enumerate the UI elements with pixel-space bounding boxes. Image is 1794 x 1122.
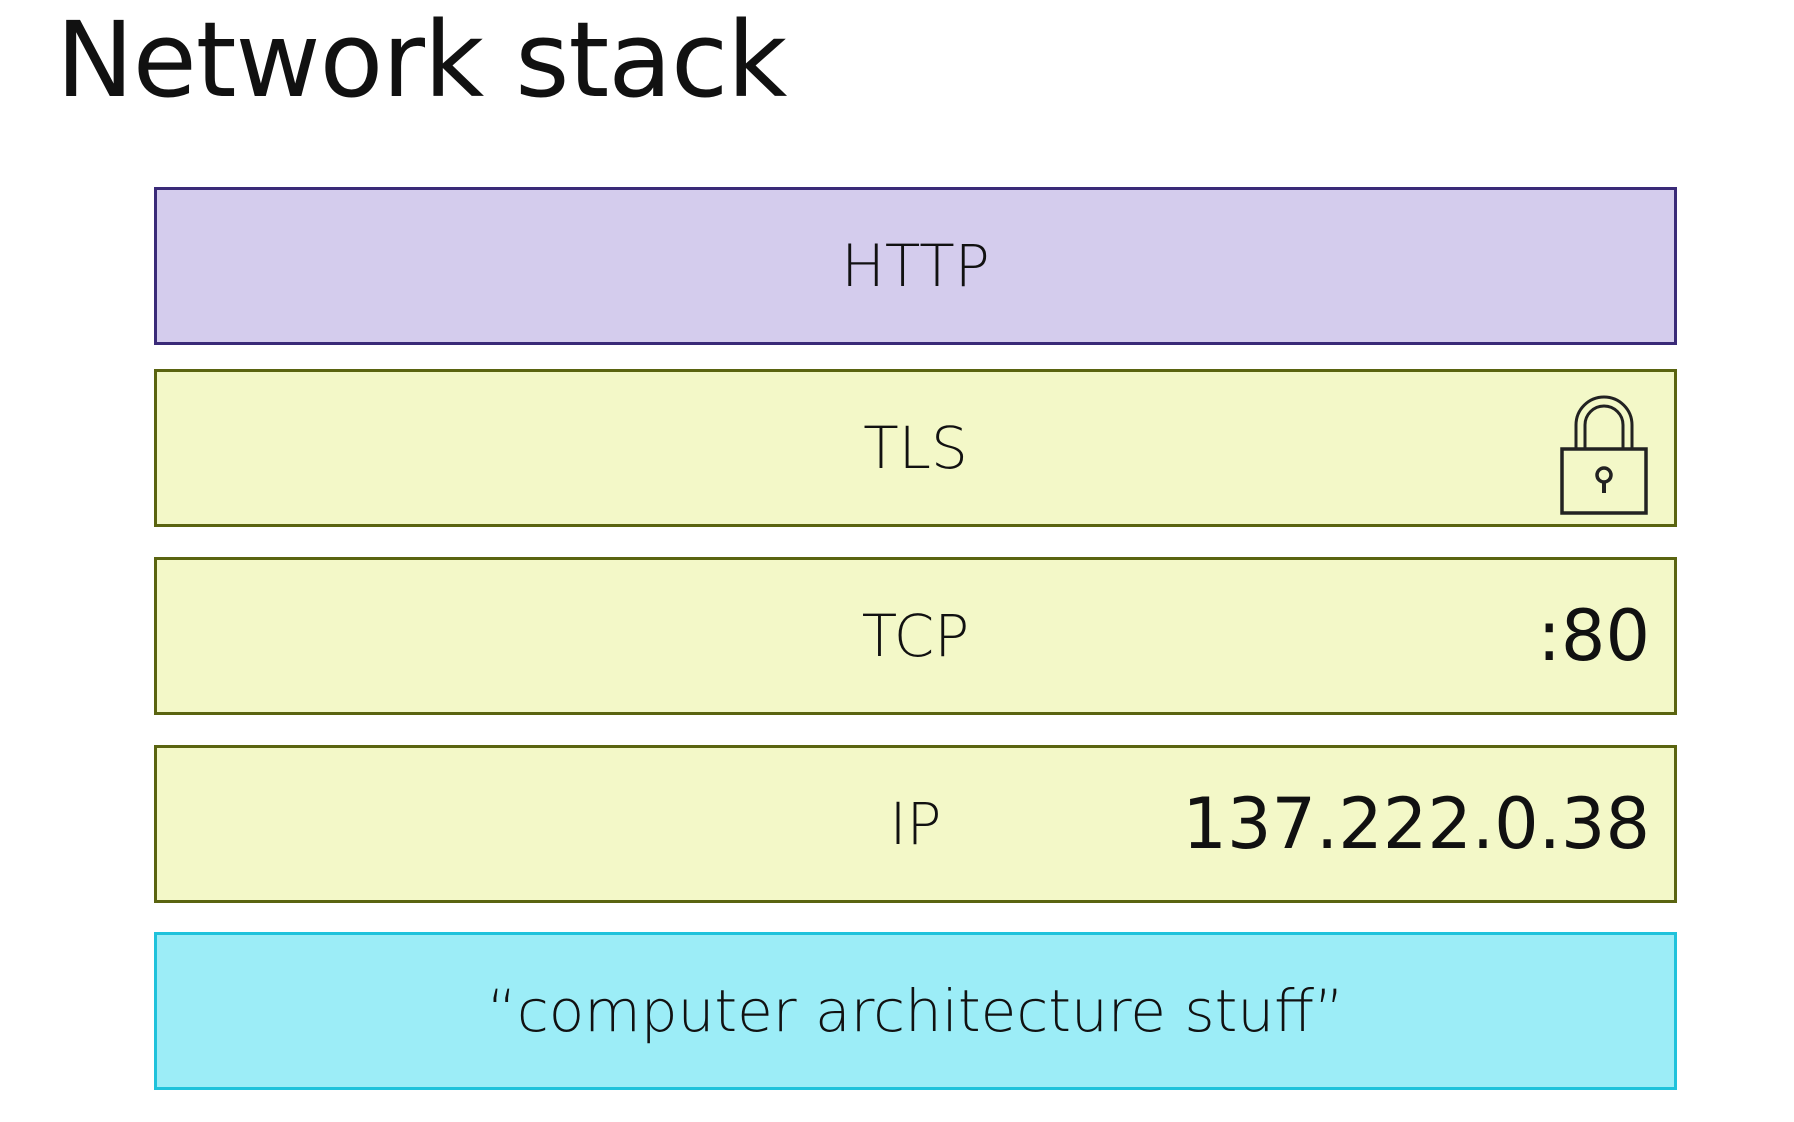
ip-address-value: 137.222.0.38 (1182, 783, 1650, 865)
layer-tcp: TCP :80 (154, 557, 1677, 715)
layer-label: TCP (861, 602, 970, 670)
layer-hardware: “computer architecture stuff” (154, 932, 1677, 1090)
layer-ip: IP 137.222.0.38 (154, 745, 1677, 903)
layer-http: HTTP (154, 187, 1677, 345)
lock-icon (1560, 395, 1648, 515)
layer-label: TLS (863, 414, 968, 482)
layer-tls: TLS (154, 369, 1677, 527)
port-value: :80 (1537, 595, 1650, 677)
page-title: Network stack (56, 0, 787, 121)
layer-label: “computer architecture stuff” (486, 977, 1345, 1045)
network-stack-diagram: HTTP TLS TCP :80 IP 137.222.0.38 “comput… (154, 187, 1677, 1090)
layer-label: HTTP (841, 232, 990, 300)
